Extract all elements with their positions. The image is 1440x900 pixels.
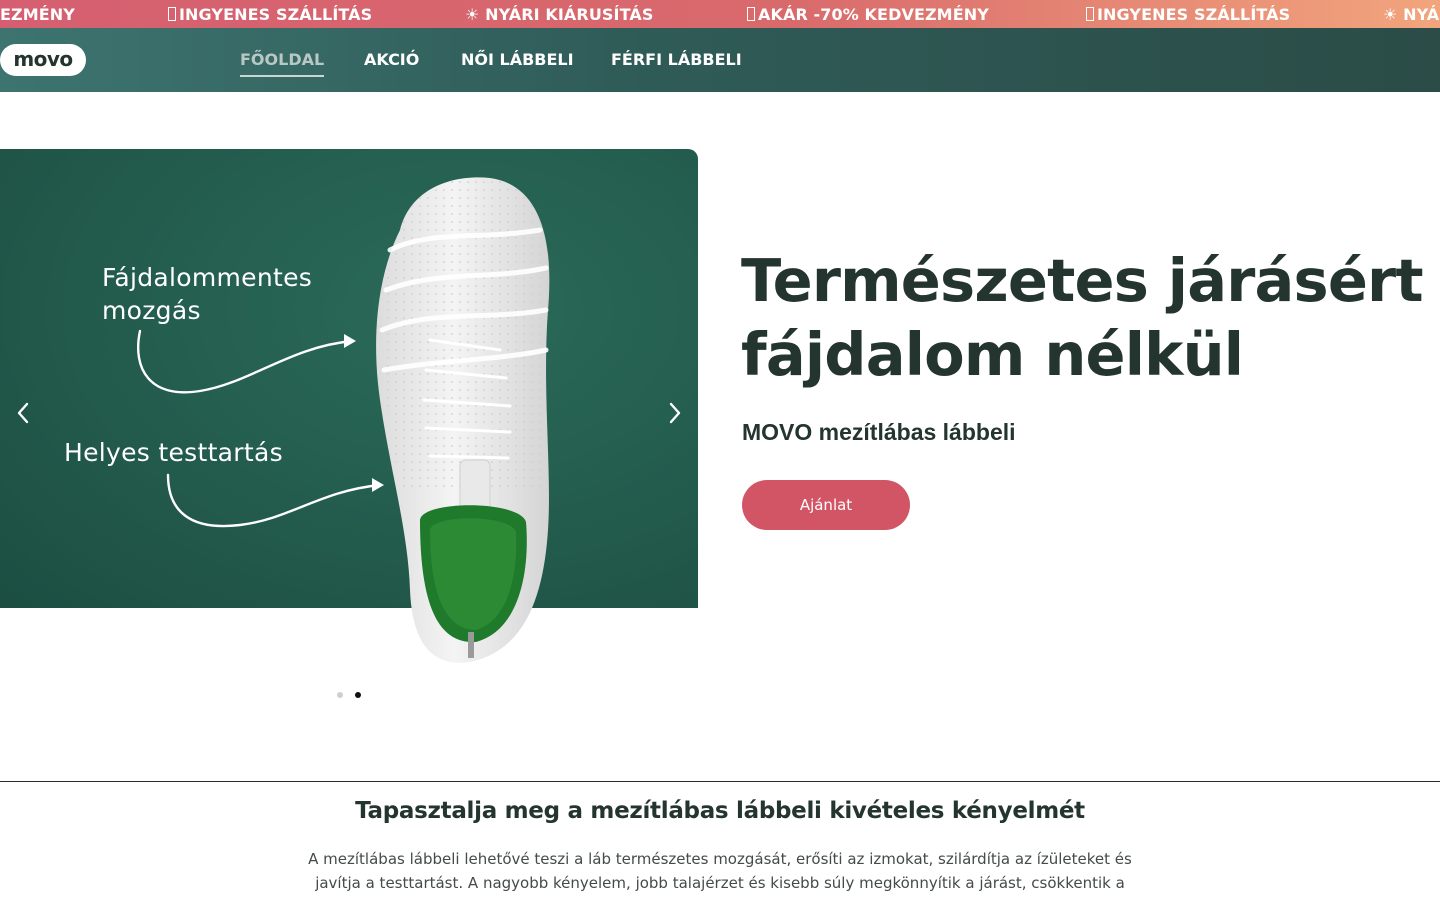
section-body-line: javítja a testtartást. A nagyobb kényele…: [315, 874, 1125, 892]
offer-button[interactable]: Ajánlat: [742, 480, 910, 530]
slide-callout-painless: Fájdalommentes mozgás: [102, 261, 312, 327]
announcement-item: ☀ NYÁ: [1383, 0, 1439, 28]
announcement-item: INGYENES SZÁLLÍTÁS: [168, 0, 372, 28]
announcement-text: ☀ NYÁRI KIÁRUSÍTÁS: [465, 5, 654, 24]
slide-callout-line: Fájdalommentes: [102, 263, 313, 292]
chevron-left-icon: [17, 402, 29, 424]
announcement-text: EZMÉNY: [0, 5, 75, 24]
site-header: movo FŐOLDAL AKCIÓ NŐI LÁBBELI FÉRFI LÁB…: [0, 28, 1440, 92]
section-body: A mezítlábas lábbeli lehetővé teszi a lá…: [280, 847, 1160, 895]
announcement-item: EZMÉNY: [0, 0, 75, 28]
announcement-item: AKÁR -70% KEDVEZMÉNY: [747, 0, 989, 28]
announcement-text: INGYENES SZÁLLÍTÁS: [179, 5, 373, 24]
section-divider: [0, 781, 1440, 782]
box-icon: [1086, 7, 1094, 21]
announcement-item: ☀ NYÁRI KIÁRUSÍTÁS: [465, 0, 654, 28]
hero-title: Természetes járásért fájdalom nélkül: [741, 244, 1440, 392]
nav-men-shoes[interactable]: FÉRFI LÁBBELI: [611, 47, 742, 75]
shoe-image: [360, 170, 560, 665]
arrow-icon: [136, 329, 356, 394]
announcement-bar: EZMÉNY INGYENES SZÁLLÍTÁS ☀ NYÁRI KIÁRUS…: [0, 0, 1440, 28]
hero-title-line: Természetes járásért: [741, 246, 1424, 315]
nav-women-shoes[interactable]: NŐI LÁBBELI: [461, 47, 574, 75]
slide-callout-line: mozgás: [102, 296, 201, 325]
chevron-right-icon: [669, 402, 681, 424]
hero-subtitle: MOVO mezítlábas lábbeli: [742, 419, 1016, 445]
announcement-text: ☀ NYÁ: [1383, 5, 1440, 24]
section-body-line: A mezítlábas lábbeli lehetővé teszi a lá…: [308, 850, 1132, 868]
nav-home[interactable]: FŐOLDAL: [240, 47, 325, 77]
nav-sale[interactable]: AKCIÓ: [364, 47, 419, 75]
carousel-dot-active[interactable]: [355, 692, 361, 698]
hero-title-line: fájdalom nélkül: [741, 320, 1244, 389]
box-icon: [747, 7, 755, 21]
logo[interactable]: movo: [0, 44, 86, 76]
carousel-prev-button[interactable]: [8, 398, 38, 428]
announcement-text: INGYENES SZÁLLÍTÁS: [1097, 5, 1291, 24]
hero-carousel-slide: Fájdalommentes mozgás Helyes testtartás: [0, 149, 698, 608]
announcement-text: AKÁR -70% KEDVEZMÉNY: [758, 5, 989, 24]
slide-callout-posture: Helyes testtartás: [64, 438, 283, 467]
announcement-item: INGYENES SZÁLLÍTÁS: [1086, 0, 1290, 28]
section-title: Tapasztalja meg a mezítlábas lábbeli kiv…: [355, 798, 1085, 824]
box-icon: [168, 7, 176, 21]
carousel-dot[interactable]: [337, 692, 343, 698]
carousel-next-button[interactable]: [660, 398, 690, 428]
